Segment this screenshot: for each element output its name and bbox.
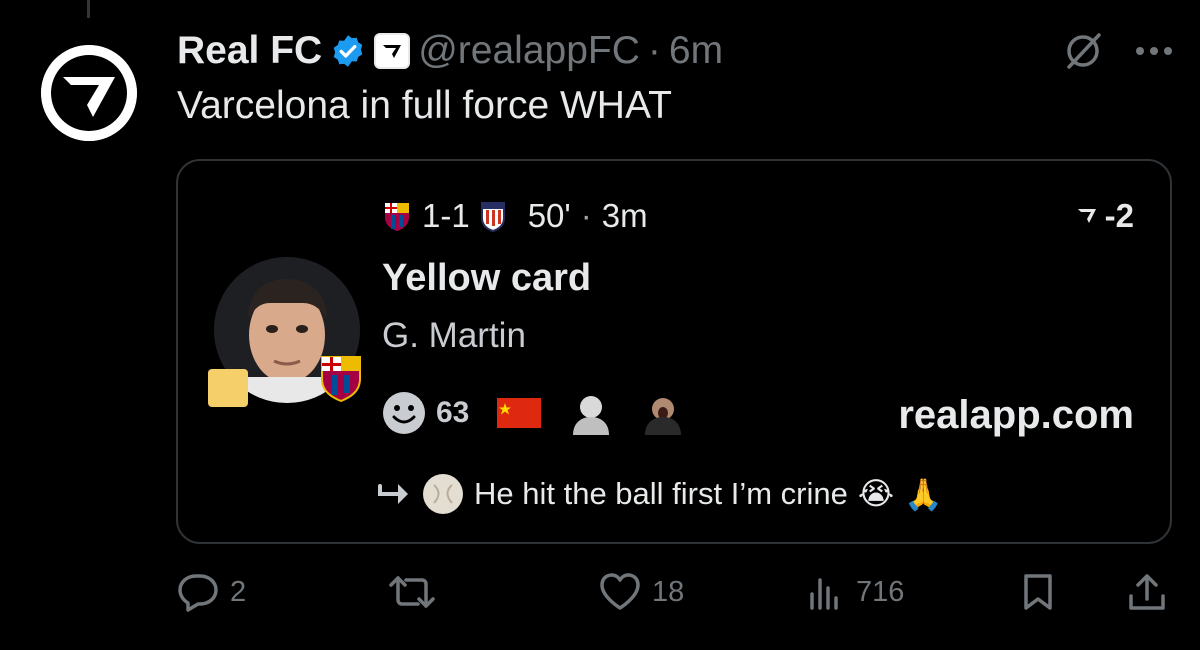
separator: · [580, 197, 592, 234]
site-link[interactable]: realapp.com [898, 393, 1134, 438]
more-icon[interactable] [1134, 45, 1174, 57]
real-fc-logo-icon [41, 45, 137, 141]
retweet-button[interactable] [388, 572, 436, 612]
crying-emoji: 😭 [857, 476, 895, 511]
reply-arrow-icon [378, 484, 408, 504]
score: 1-1 [422, 197, 470, 234]
share-button[interactable] [1126, 572, 1168, 614]
praying-emoji: 🙏 [904, 476, 943, 512]
views-icon [810, 578, 838, 610]
commenter-avatar-icon [423, 474, 463, 514]
retweet-icon [389, 576, 435, 608]
tweet-text: Varcelona in full force WHAT [177, 84, 672, 127]
author-avatar[interactable] [41, 45, 137, 141]
like-icon [600, 573, 640, 610]
delta-value: -2 [1104, 197, 1134, 234]
author-name[interactable]: Real FC [177, 29, 322, 73]
reaction-avatar-icon [645, 398, 682, 435]
barcelona-crest-icon [385, 203, 409, 231]
separator: · [647, 29, 661, 72]
smiley-icon[interactable] [382, 391, 426, 435]
verified-badge-icon [333, 35, 363, 67]
score-row: 1-1 50' · 3m [382, 197, 648, 235]
reply-text: He hit the ball first I’m crine [474, 476, 848, 511]
views-button[interactable]: 716 [806, 572, 904, 612]
reply-icon [178, 574, 218, 612]
match-event-card[interactable]: 1-1 50' · 3m -2 Yellow card G. Martin 63… [176, 159, 1172, 544]
thread-line [87, 0, 90, 18]
like-count: 18 [652, 575, 685, 608]
author-handle[interactable]: @realappFC [418, 29, 640, 73]
view-count: 716 [856, 575, 905, 608]
event-age: 3m [601, 197, 648, 234]
bookmark-icon [1024, 574, 1052, 610]
atletico-crest-icon [480, 202, 505, 232]
reaction-count: 63 [436, 396, 470, 429]
reaction-row: 63 [382, 391, 685, 435]
yellow-card-icon [208, 369, 248, 407]
china-flag-icon [497, 398, 542, 428]
prediction-delta: -2 [1077, 197, 1134, 235]
share-icon [1129, 574, 1165, 610]
reply-preview: He hit the ball first I’m crine 😭 🙏 [376, 473, 943, 515]
reply-count: 2 [230, 575, 247, 608]
barcelona-player-badge-icon [321, 356, 361, 403]
reply-button[interactable]: 2 [176, 572, 246, 612]
bookmark-button[interactable] [1018, 572, 1058, 612]
affiliate-badge-icon [374, 33, 411, 69]
match-minute: 50' [527, 197, 571, 234]
tweet-action-bar: 2 18 716 [176, 572, 1172, 616]
tweet-time[interactable]: 6m [669, 29, 723, 73]
like-button[interactable]: 18 [598, 572, 684, 612]
grok-icon[interactable] [1062, 30, 1104, 72]
reaction-avatar-icon [573, 396, 610, 435]
tweet-header: Real FC @realappFC · 6m [177, 26, 723, 76]
event-title: Yellow card [382, 257, 592, 299]
event-player: G. Martin [382, 316, 526, 355]
real-app-mark-icon [1077, 209, 1096, 223]
tweet-top-actions [1062, 30, 1174, 72]
